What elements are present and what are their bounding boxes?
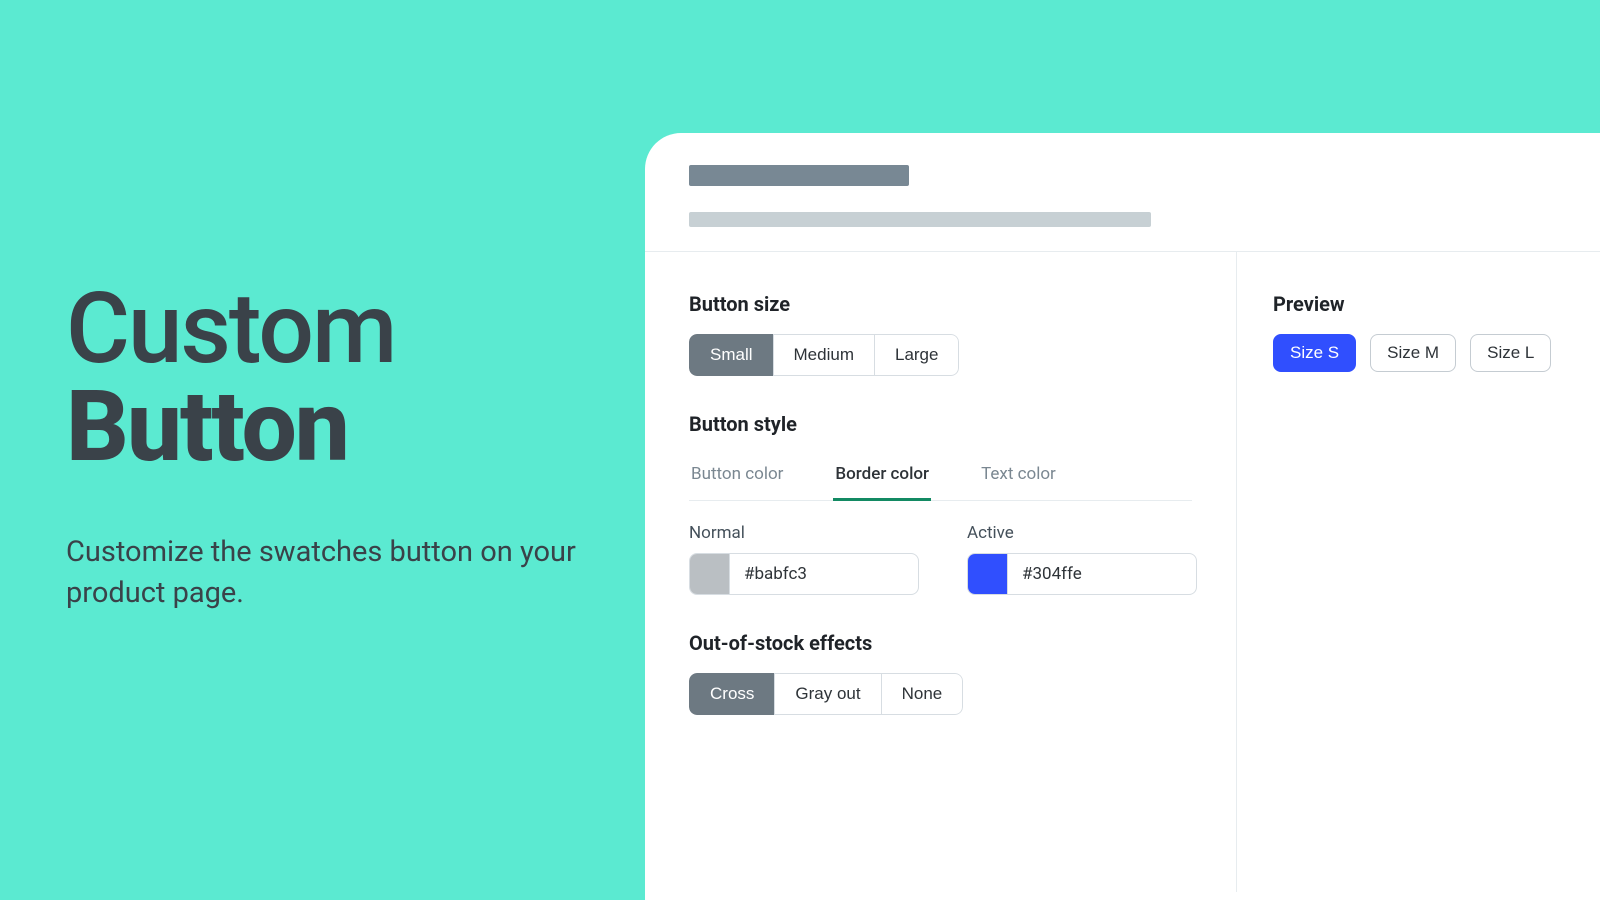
color-row: Normal Active — [689, 523, 1192, 595]
section-out-of-stock: Out-of-stock effects Cross Gray out None — [689, 631, 1192, 715]
color-input-normal[interactable] — [689, 553, 919, 595]
button-size-title: Button size — [689, 292, 1192, 316]
button-size-large[interactable]: Large — [874, 334, 959, 376]
oos-none[interactable]: None — [881, 673, 964, 715]
settings-column: Button size Small Medium Large Button st… — [645, 252, 1237, 892]
color-field-normal: Normal — [689, 523, 919, 595]
preview-size-s[interactable]: Size S — [1273, 334, 1356, 372]
tab-button-color[interactable]: Button color — [689, 454, 785, 501]
preview-row: Size S Size M Size L — [1273, 334, 1551, 372]
button-style-title: Button style — [689, 412, 1192, 436]
button-style-tabs: Button color Border color Text color — [689, 454, 1192, 501]
tab-text-color[interactable]: Text color — [979, 454, 1058, 501]
hero: Custom Button Customize the swatches but… — [66, 280, 606, 613]
oos-group: Cross Gray out None — [689, 673, 963, 715]
swatch-normal[interactable] — [690, 554, 730, 594]
oos-gray-out[interactable]: Gray out — [774, 673, 881, 715]
preview-size-m[interactable]: Size M — [1370, 334, 1456, 372]
skeleton-title — [689, 165, 909, 186]
oos-title: Out-of-stock effects — [689, 631, 1192, 655]
hero-title: Custom Button — [66, 280, 606, 476]
panel-body: Button size Small Medium Large Button st… — [645, 252, 1600, 892]
section-button-size: Button size Small Medium Large — [689, 292, 1192, 376]
oos-cross[interactable]: Cross — [689, 673, 775, 715]
color-field-active: Active — [967, 523, 1197, 595]
color-label-active: Active — [967, 523, 1197, 543]
button-size-medium[interactable]: Medium — [773, 334, 875, 376]
hero-subtitle: Customize the swatches button on your pr… — [66, 532, 606, 613]
preview-column: Preview Size S Size M Size L — [1237, 252, 1551, 892]
color-value-active[interactable] — [1008, 554, 1168, 594]
color-value-normal[interactable] — [730, 554, 890, 594]
skeleton-subtitle — [689, 212, 1151, 227]
color-input-active[interactable] — [967, 553, 1197, 595]
preview-size-l[interactable]: Size L — [1470, 334, 1551, 372]
section-button-style: Button style Button color Border color T… — [689, 412, 1192, 595]
button-size-group: Small Medium Large — [689, 334, 959, 376]
tab-border-color[interactable]: Border color — [833, 454, 931, 501]
color-label-normal: Normal — [689, 523, 919, 543]
hero-title-line2: Button — [66, 378, 606, 476]
settings-panel: Button size Small Medium Large Button st… — [645, 133, 1600, 900]
swatch-active[interactable] — [968, 554, 1008, 594]
panel-header — [645, 133, 1600, 251]
button-size-small[interactable]: Small — [689, 334, 774, 376]
preview-title: Preview — [1273, 292, 1551, 316]
